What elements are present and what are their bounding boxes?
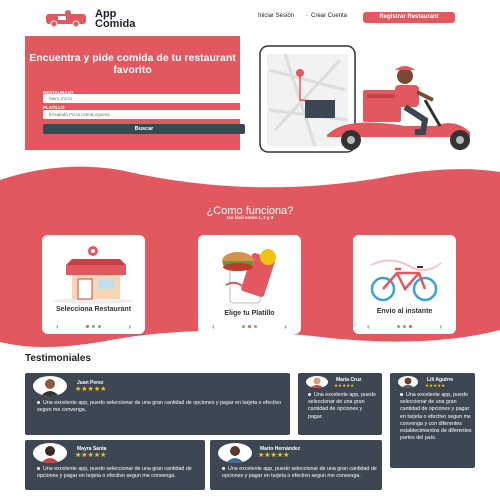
avatar (398, 376, 418, 388)
avatar (218, 443, 252, 463)
testimonial-text: Una excelente app, puedo seleccionar de … (37, 466, 192, 480)
phone-food-icon (222, 249, 276, 304)
nav-create-account-link[interactable]: Crear Cuenta (311, 13, 347, 19)
step-title: Selecciona Restaurant (55, 306, 132, 313)
step-prev-arrow[interactable]: ‹ (56, 322, 59, 331)
dish-input[interactable] (43, 110, 245, 119)
testimonial-text: Una excelente app, puedo seleccionar de … (308, 392, 376, 420)
testimonial-card: Mario Hernández ★★★★★ Una excelente app,… (210, 440, 382, 490)
rating-stars-icon: ★★★★★ (75, 386, 107, 393)
step-card-instant-delivery: Envio al instante ‹ › (353, 235, 456, 334)
avatar (306, 376, 328, 388)
step-next-arrow[interactable]: › (284, 322, 287, 331)
delivery-scooter-illustration (259, 45, 470, 153)
avatar (33, 376, 67, 396)
carousel-dots (238, 325, 262, 328)
testimonial-card: Juan Perez ★★★★★ Una excelente app, pued… (25, 373, 290, 435)
nav-login-link[interactable]: Iniciar Sesión (258, 13, 294, 19)
how-it-works-subtitle: tan fácil como 1, 2 y 3 (226, 215, 274, 220)
carousel-dots (82, 325, 106, 328)
testimonial-text: Una excelente app, puedo seleccionar de … (400, 392, 472, 442)
testimonial-card: Mayra Santa ★★★★★ Una excelente app, pue… (25, 440, 205, 490)
testimonial-card: Lili Aguirre ★★★★★ Una excelente app, pu… (390, 373, 475, 468)
testimonials-heading: Testimoniales (25, 353, 91, 364)
testimonial-text: Una excelente app, puedo seleccionar de … (37, 400, 282, 414)
rating-stars-icon: ★★★★★ (75, 452, 107, 459)
scooter-logo-icon[interactable] (44, 8, 88, 28)
restaurant-input[interactable] (43, 94, 245, 103)
top-navbar: App Comida Iniciar Sesión · Crear Cuenta… (0, 0, 500, 34)
step-title: Elige tu Platillo (224, 310, 275, 317)
step-next-arrow[interactable]: › (439, 322, 442, 331)
step-prev-arrow[interactable]: ‹ (367, 322, 370, 331)
hero-title: Encuentra y pide comida de tu restaurant… (29, 52, 236, 76)
avatar (33, 443, 67, 463)
step-prev-arrow[interactable]: ‹ (212, 322, 215, 331)
rating-stars-icon: ★★★★★ (425, 383, 446, 388)
step-next-arrow[interactable]: › (128, 322, 131, 331)
register-restaurant-button[interactable]: Registrar Restaurant (363, 12, 455, 23)
search-button[interactable]: Buscar (43, 124, 245, 134)
storefront-icon (53, 246, 133, 304)
nav-separator: · (306, 13, 308, 19)
step-card-select-restaurant: Selecciona Restaurant ‹ › (42, 235, 145, 334)
carousel-dots (393, 325, 417, 328)
testimonial-card: Maria Cruz ★★★★★ Una excelente app, pued… (298, 373, 382, 435)
hero-search-card: Encuentra y pide comida de tu restaurant… (25, 36, 245, 150)
step-card-choose-dish: Elige tu Platillo ‹ › (198, 235, 301, 334)
rating-stars-icon: ★★★★★ (258, 452, 290, 459)
app-logo-text[interactable]: App Comida (95, 9, 135, 30)
testimonial-text: Una excelente app, puedo seleccionar de … (222, 466, 377, 480)
bicycle-icon (370, 259, 442, 302)
rating-stars-icon: ★★★★★ (334, 383, 355, 388)
step-title: Envio al instante (376, 308, 433, 315)
